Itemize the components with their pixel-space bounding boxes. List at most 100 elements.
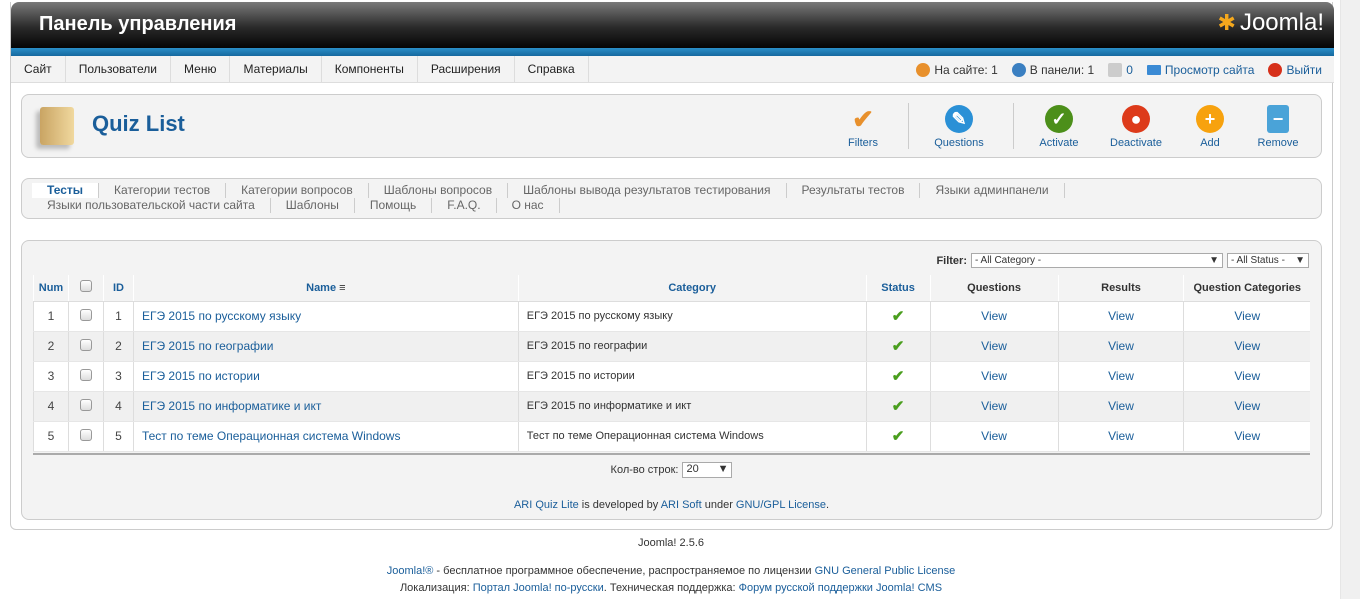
view-results-link[interactable]: View <box>1057 361 1184 392</box>
view-questions-link[interactable]: View <box>929 301 1059 332</box>
scrollbar[interactable] <box>1340 0 1360 599</box>
license-link[interactable]: GNU/GPL License <box>736 499 826 511</box>
gpl-link[interactable]: GNU General Public License <box>815 565 956 577</box>
deactivate-button[interactable]: ● Deactivate <box>1101 105 1171 149</box>
menu-extensions[interactable]: Расширения <box>418 56 515 82</box>
admin-container: Панель управления ✱ Joomla! Сайт Пользова… <box>10 2 1334 530</box>
status-toggle[interactable]: ✔ <box>865 391 931 422</box>
submenu-item[interactable]: Языки админпанели <box>920 183 1065 198</box>
quiz-name-link[interactable]: ЕГЭ 2015 по истории <box>132 361 519 392</box>
published-check-icon[interactable]: ✔ <box>892 398 905 415</box>
submenu-item[interactable]: Помощь <box>355 198 433 213</box>
row-select[interactable] <box>67 301 104 332</box>
remove-button[interactable]: − Remove <box>1243 105 1313 149</box>
submenu-item[interactable]: Шаблоны <box>271 198 355 213</box>
view-question-categories-link[interactable]: View <box>1183 391 1310 422</box>
submenu-item[interactable]: Категории тестов <box>99 183 227 198</box>
view-questions-link[interactable]: View <box>929 421 1059 452</box>
col-select-all[interactable] <box>67 275 104 302</box>
menu-components[interactable]: Компоненты <box>322 56 418 82</box>
user-icon <box>1011 62 1026 77</box>
add-button[interactable]: + Add <box>1175 105 1245 149</box>
menu-help[interactable]: Справка <box>515 56 589 82</box>
col-name[interactable]: Name ≡ <box>132 275 519 302</box>
quiz-category: ЕГЭ 2015 по географии <box>517 331 867 362</box>
view-question-categories-link[interactable]: View <box>1183 421 1310 452</box>
menu-site[interactable]: Сайт <box>11 56 66 82</box>
col-question-categories: Question Categories <box>1183 275 1310 302</box>
header-title: Панель управления <box>39 13 237 35</box>
col-id[interactable]: ID <box>102 275 134 302</box>
menu-users[interactable]: Пользователи <box>66 56 172 82</box>
submenu-item[interactable]: Категории вопросов <box>226 183 369 198</box>
submenu-item[interactable]: Шаблоны вывода результатов тестирования <box>508 183 787 198</box>
view-results-link[interactable]: View <box>1057 331 1184 362</box>
row-num: 3 <box>33 361 69 392</box>
view-results-link[interactable]: View <box>1057 391 1184 422</box>
submenu: Тесты Категории тестов Категории вопросов Ш… <box>21 178 1322 219</box>
status-toggle[interactable]: ✔ <box>865 301 931 332</box>
row-checkbox[interactable] <box>79 398 92 411</box>
logout-link[interactable]: Выйти <box>1268 62 1322 77</box>
view-results-link[interactable]: View <box>1057 301 1184 332</box>
company-link[interactable]: ARI Soft <box>661 499 702 511</box>
status-toggle[interactable]: ✔ <box>865 361 931 392</box>
menu-menus[interactable]: Меню <box>171 56 231 82</box>
row-select[interactable] <box>67 331 104 362</box>
joomla-link[interactable]: Joomla!® <box>387 565 434 577</box>
menu-content[interactable]: Материалы <box>230 56 322 82</box>
status-toggle[interactable]: ✔ <box>865 331 931 362</box>
messages[interactable]: 0 <box>1108 62 1133 77</box>
col-status[interactable]: Status <box>865 275 931 302</box>
submenu-item[interactable]: Результаты тестов <box>787 183 921 198</box>
published-check-icon[interactable]: ✔ <box>892 338 905 355</box>
questions-button[interactable]: ✎ Questions <box>924 105 994 149</box>
submenu-item[interactable]: Шаблоны вопросов <box>369 183 509 198</box>
row-checkbox[interactable] <box>79 428 92 441</box>
col-questions: Questions <box>929 275 1059 302</box>
rows-per-page-label: Кол-во строк: <box>610 463 679 476</box>
submenu-item[interactable]: Тесты <box>32 183 100 198</box>
activate-button[interactable]: ✓ Activate <box>1024 105 1094 149</box>
view-question-categories-link[interactable]: View <box>1183 331 1310 362</box>
view-questions-link[interactable]: View <box>929 331 1059 362</box>
status-filter-select[interactable]: - All Status - ▼ <box>1227 253 1309 268</box>
rows-per-page-select[interactable]: 20 ▼ <box>682 461 733 478</box>
submenu-item[interactable]: Языки пользовательской части сайта <box>32 198 271 213</box>
row-select[interactable] <box>67 421 104 452</box>
row-id: 1 <box>102 301 134 332</box>
view-questions-link[interactable]: View <box>929 361 1059 392</box>
category-filter-select[interactable]: - All Category - ▼ <box>971 253 1223 268</box>
row-select[interactable] <box>67 361 104 392</box>
table-row: 4 4 ЕГЭ 2015 по информатике и икт ЕГЭ 2015 … <box>33 391 1310 422</box>
published-check-icon[interactable]: ✔ <box>892 368 905 385</box>
status-toggle[interactable]: ✔ <box>865 421 931 452</box>
row-checkbox[interactable] <box>79 338 92 351</box>
status-bar: На сайте: 1 В панели: 1 0 Просмотр сайта… <box>916 56 1322 83</box>
published-check-icon[interactable]: ✔ <box>892 308 905 325</box>
submenu-item[interactable]: F.A.Q. <box>432 198 497 213</box>
quiz-name-link[interactable]: ЕГЭ 2015 по русскому языку <box>132 301 519 332</box>
filters-button[interactable]: ✔ Filters <box>828 105 898 149</box>
view-site-link[interactable]: Просмотр сайта <box>1146 63 1254 77</box>
quiz-list-panel: Filter: - All Category - ▼ - All Status -… <box>21 240 1322 520</box>
forum-link[interactable]: Форум русской поддержки Joomla! CMS <box>739 582 942 594</box>
quiz-name-link[interactable]: Тест по теме Операционная система Window… <box>132 421 519 452</box>
product-link[interactable]: ARI Quiz Lite <box>514 499 579 511</box>
quiz-name-link[interactable]: ЕГЭ 2015 по информатике и икт <box>132 391 519 422</box>
row-checkbox[interactable] <box>79 308 92 321</box>
quiz-name-link[interactable]: ЕГЭ 2015 по географии <box>132 331 519 362</box>
view-question-categories-link[interactable]: View <box>1183 361 1310 392</box>
quiz-category: ЕГЭ 2015 по русскому языку <box>517 301 867 332</box>
row-checkbox[interactable] <box>79 368 92 381</box>
view-questions-link[interactable]: View <box>929 391 1059 422</box>
filter-label: Filter: <box>936 254 967 267</box>
col-category[interactable]: Category <box>517 275 867 302</box>
view-question-categories-link[interactable]: View <box>1183 301 1310 332</box>
portal-link[interactable]: Портал Joomla! по-русски <box>473 582 604 594</box>
submenu-item[interactable]: О нас <box>497 198 560 213</box>
published-check-icon[interactable]: ✔ <box>892 428 905 445</box>
view-results-link[interactable]: View <box>1057 421 1184 452</box>
row-select[interactable] <box>67 391 104 422</box>
select-all-checkbox[interactable] <box>79 280 92 293</box>
